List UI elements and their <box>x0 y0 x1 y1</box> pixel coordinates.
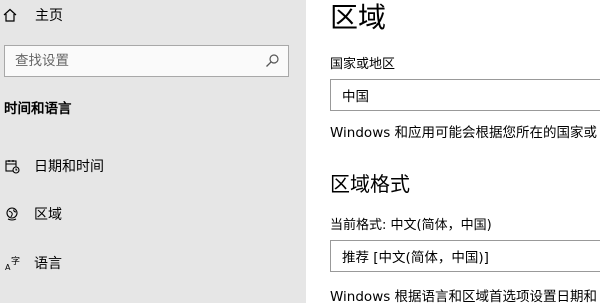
country-label: 国家或地区 <box>330 57 396 72</box>
settings-search-box[interactable] <box>4 45 289 77</box>
region-format-heading: 区域格式 <box>330 172 410 196</box>
globe-icon <box>3 205 21 223</box>
language-icon: 字A <box>3 254 21 272</box>
calendar-clock-icon <box>3 157 21 175</box>
region-format-description: Windows 根据语言和区域首选项设置日期和 <box>330 289 598 303</box>
sidebar-item-date-time[interactable]: 日期和时间 <box>0 153 300 179</box>
sidebar-item-language[interactable]: 字A 语言 <box>0 250 300 276</box>
settings-sidebar: 主页 时间和语言 日期和时间 区域 字A 语言 <box>0 0 306 303</box>
region-settings-page: 区域 国家或地区 中国 Windows 和应用可能会根据您所在的国家或 区域格式… <box>306 0 600 303</box>
country-value: 中国 <box>342 89 369 105</box>
home-icon <box>1 6 19 24</box>
svg-text:字: 字 <box>11 255 20 267</box>
home-label: 主页 <box>35 8 63 24</box>
current-format-label: 当前格式: 中文(简体，中国) <box>330 218 492 233</box>
search-input[interactable] <box>5 52 260 70</box>
page-title: 区域 <box>330 1 387 34</box>
sidebar-item-label: 区域 <box>34 207 62 223</box>
svg-text:A: A <box>5 263 11 271</box>
country-description: Windows 和应用可能会根据您所在的国家或 <box>330 125 598 141</box>
home-nav-item[interactable]: 主页 <box>0 4 63 26</box>
search-icon[interactable] <box>260 49 284 73</box>
country-dropdown[interactable]: 中国 <box>330 79 600 111</box>
sidebar-item-region[interactable]: 区域 <box>0 201 300 227</box>
section-title: 时间和语言 <box>4 101 72 117</box>
sidebar-item-label: 日期和时间 <box>34 159 104 175</box>
region-format-value: 推荐 [中文(简体，中国)] <box>342 250 489 266</box>
region-format-dropdown[interactable]: 推荐 [中文(简体，中国)] <box>330 240 600 272</box>
sidebar-item-label: 语言 <box>34 256 62 272</box>
